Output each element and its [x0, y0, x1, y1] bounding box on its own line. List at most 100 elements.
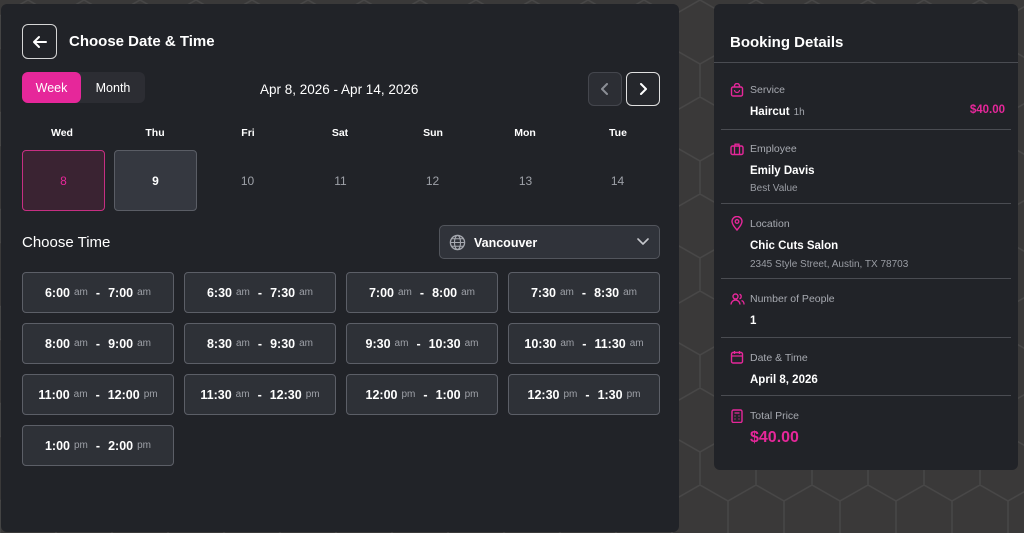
arrow-left-icon: [32, 35, 47, 48]
chevron-right-icon: [640, 83, 647, 95]
people-value: 1: [750, 315, 757, 327]
booking-details-title: Booking Details: [730, 34, 844, 51]
slot-start-ampm: am: [560, 287, 574, 298]
slot-end-time: 9:00: [108, 336, 134, 351]
slot-end-ampm: am: [629, 338, 644, 349]
slot-separator: -: [423, 387, 428, 402]
slot-end-ampm: pm: [464, 389, 479, 400]
time-slot-button[interactable]: 6:30 am -7:30 am: [184, 272, 336, 313]
time-slot-button[interactable]: 9:30 am -10:30 am: [346, 323, 498, 364]
slot-end-ampm: am: [623, 287, 638, 298]
day-cell-8[interactable]: 8: [22, 150, 105, 211]
week-toggle-button[interactable]: Week: [22, 72, 81, 103]
slot-separator: -: [95, 285, 101, 300]
slot-end-time: 7:00: [108, 285, 134, 300]
timezone-value: Vancouver: [474, 236, 538, 250]
slot-start-time: 9:30: [365, 336, 391, 351]
next-week-button[interactable]: [626, 72, 660, 106]
chevron-down-icon: [637, 238, 649, 245]
day-cell-11: 11: [334, 173, 347, 188]
slot-start-ampm: pm: [563, 389, 578, 400]
slot-start-ampm: am: [236, 287, 250, 298]
slot-separator: -: [585, 387, 590, 402]
slot-start-time: 7:00: [368, 285, 394, 300]
slot-start-ampm: am: [73, 389, 88, 400]
slot-start-time: 10:30: [524, 336, 557, 351]
time-slot-button[interactable]: 12:30 pm -1:30 pm: [508, 374, 660, 415]
time-slot-button[interactable]: 7:00 am -8:00 am: [346, 272, 498, 313]
time-slot-button[interactable]: 6:00 am -7:00 am: [22, 272, 174, 313]
slot-end-time: 2:00: [108, 438, 134, 453]
booking-details-panel: Booking Details Service Haircut 1h $40.00…: [714, 4, 1018, 470]
service-price: $40.00: [969, 104, 1005, 116]
employee-name: Emily Davis: [750, 165, 815, 177]
slot-start-time: 11:00: [38, 387, 70, 402]
slot-end-time: 1:00: [435, 387, 461, 402]
day-name-wed: Wed: [51, 127, 73, 139]
time-slot-button[interactable]: 1:00 pm -2:00 pm: [22, 425, 174, 466]
shopping-bag-icon: [730, 83, 744, 97]
globe-icon: [449, 234, 466, 251]
employee-label: Employee: [750, 143, 797, 155]
slot-start-time: 7:30: [530, 285, 556, 300]
slot-start-time: 12:00: [365, 387, 398, 402]
datetime-value: April 8, 2026: [750, 374, 818, 386]
slot-end-time: 7:30: [270, 285, 296, 300]
location-address: 2345 Style Street, Austin, TX 78703: [750, 259, 909, 270]
view-toggle: Week Month: [22, 72, 145, 103]
slot-end-time: 12:00: [107, 387, 140, 402]
total-price-label: Total Price: [750, 410, 800, 422]
users-icon: [730, 293, 745, 305]
chevron-left-icon: [601, 83, 608, 95]
slot-end-ampm: am: [299, 338, 314, 349]
slot-end-time: 9:30: [270, 336, 296, 351]
slot-start-ampm: am: [74, 338, 88, 349]
time-slot-button[interactable]: 11:30 am -12:30 pm: [184, 374, 336, 415]
time-slot-button[interactable]: 12:00 pm -1:00 pm: [346, 374, 498, 415]
slot-start-time: 11:30: [200, 387, 232, 402]
time-slot-button[interactable]: 10:30 am -11:30 am: [508, 323, 660, 364]
map-pin-icon: [731, 216, 743, 231]
day-cell-10: 10: [240, 173, 255, 188]
slot-end-ampm: pm: [143, 389, 158, 400]
date-range-label: Apr 8, 2026 - Apr 14, 2026: [260, 82, 419, 97]
previous-week-button[interactable]: [588, 72, 622, 106]
day-name-tue: Tue: [609, 127, 627, 139]
slot-separator: -: [581, 285, 587, 300]
day-name-sun: Sun: [423, 127, 443, 139]
day-name-thu: Thu: [145, 127, 165, 139]
slot-end-time: 10:30: [428, 336, 461, 351]
slot-start-time: 12:30: [527, 387, 560, 402]
slot-start-time: 8:00: [44, 336, 70, 351]
time-slot-button[interactable]: 7:30 am -8:30 am: [508, 272, 660, 313]
timezone-select[interactable]: Vancouver: [439, 225, 660, 259]
time-slot-button[interactable]: 11:00 am -12:00 pm: [22, 374, 174, 415]
calculator-icon: [731, 409, 743, 423]
slot-start-ampm: am: [74, 287, 88, 298]
slot-separator: -: [257, 387, 262, 402]
back-button[interactable]: [22, 24, 57, 59]
slot-start-time: 8:30: [206, 336, 232, 351]
service-value: Haircut 1h: [750, 106, 805, 118]
datetime-label: Date & Time: [750, 352, 808, 364]
slot-end-ampm: pm: [626, 389, 641, 400]
divider: [721, 395, 1011, 396]
total-price-value: $40.00: [750, 429, 799, 446]
service-name: Haircut: [750, 106, 790, 118]
slot-end-ampm: am: [137, 338, 152, 349]
service-label: Service: [750, 84, 786, 96]
month-toggle-button[interactable]: Month: [81, 72, 145, 103]
day-cell-9[interactable]: 9: [114, 150, 197, 211]
slot-end-ampm: am: [137, 287, 152, 298]
slot-start-ampm: am: [560, 338, 575, 349]
time-slot-button[interactable]: 8:00 am -9:00 am: [22, 323, 174, 364]
slot-end-ampm: am: [464, 338, 479, 349]
slot-start-ampm: am: [236, 338, 250, 349]
briefcase-icon: [730, 143, 744, 156]
slot-separator: -: [95, 336, 101, 351]
day-cell-14: 14: [610, 173, 625, 188]
page-title: Choose Date & Time: [69, 33, 215, 50]
day-name-sat: Sat: [331, 127, 349, 139]
time-slot-button[interactable]: 8:30 am -9:30 am: [184, 323, 336, 364]
slot-end-time: 12:30: [269, 387, 302, 402]
